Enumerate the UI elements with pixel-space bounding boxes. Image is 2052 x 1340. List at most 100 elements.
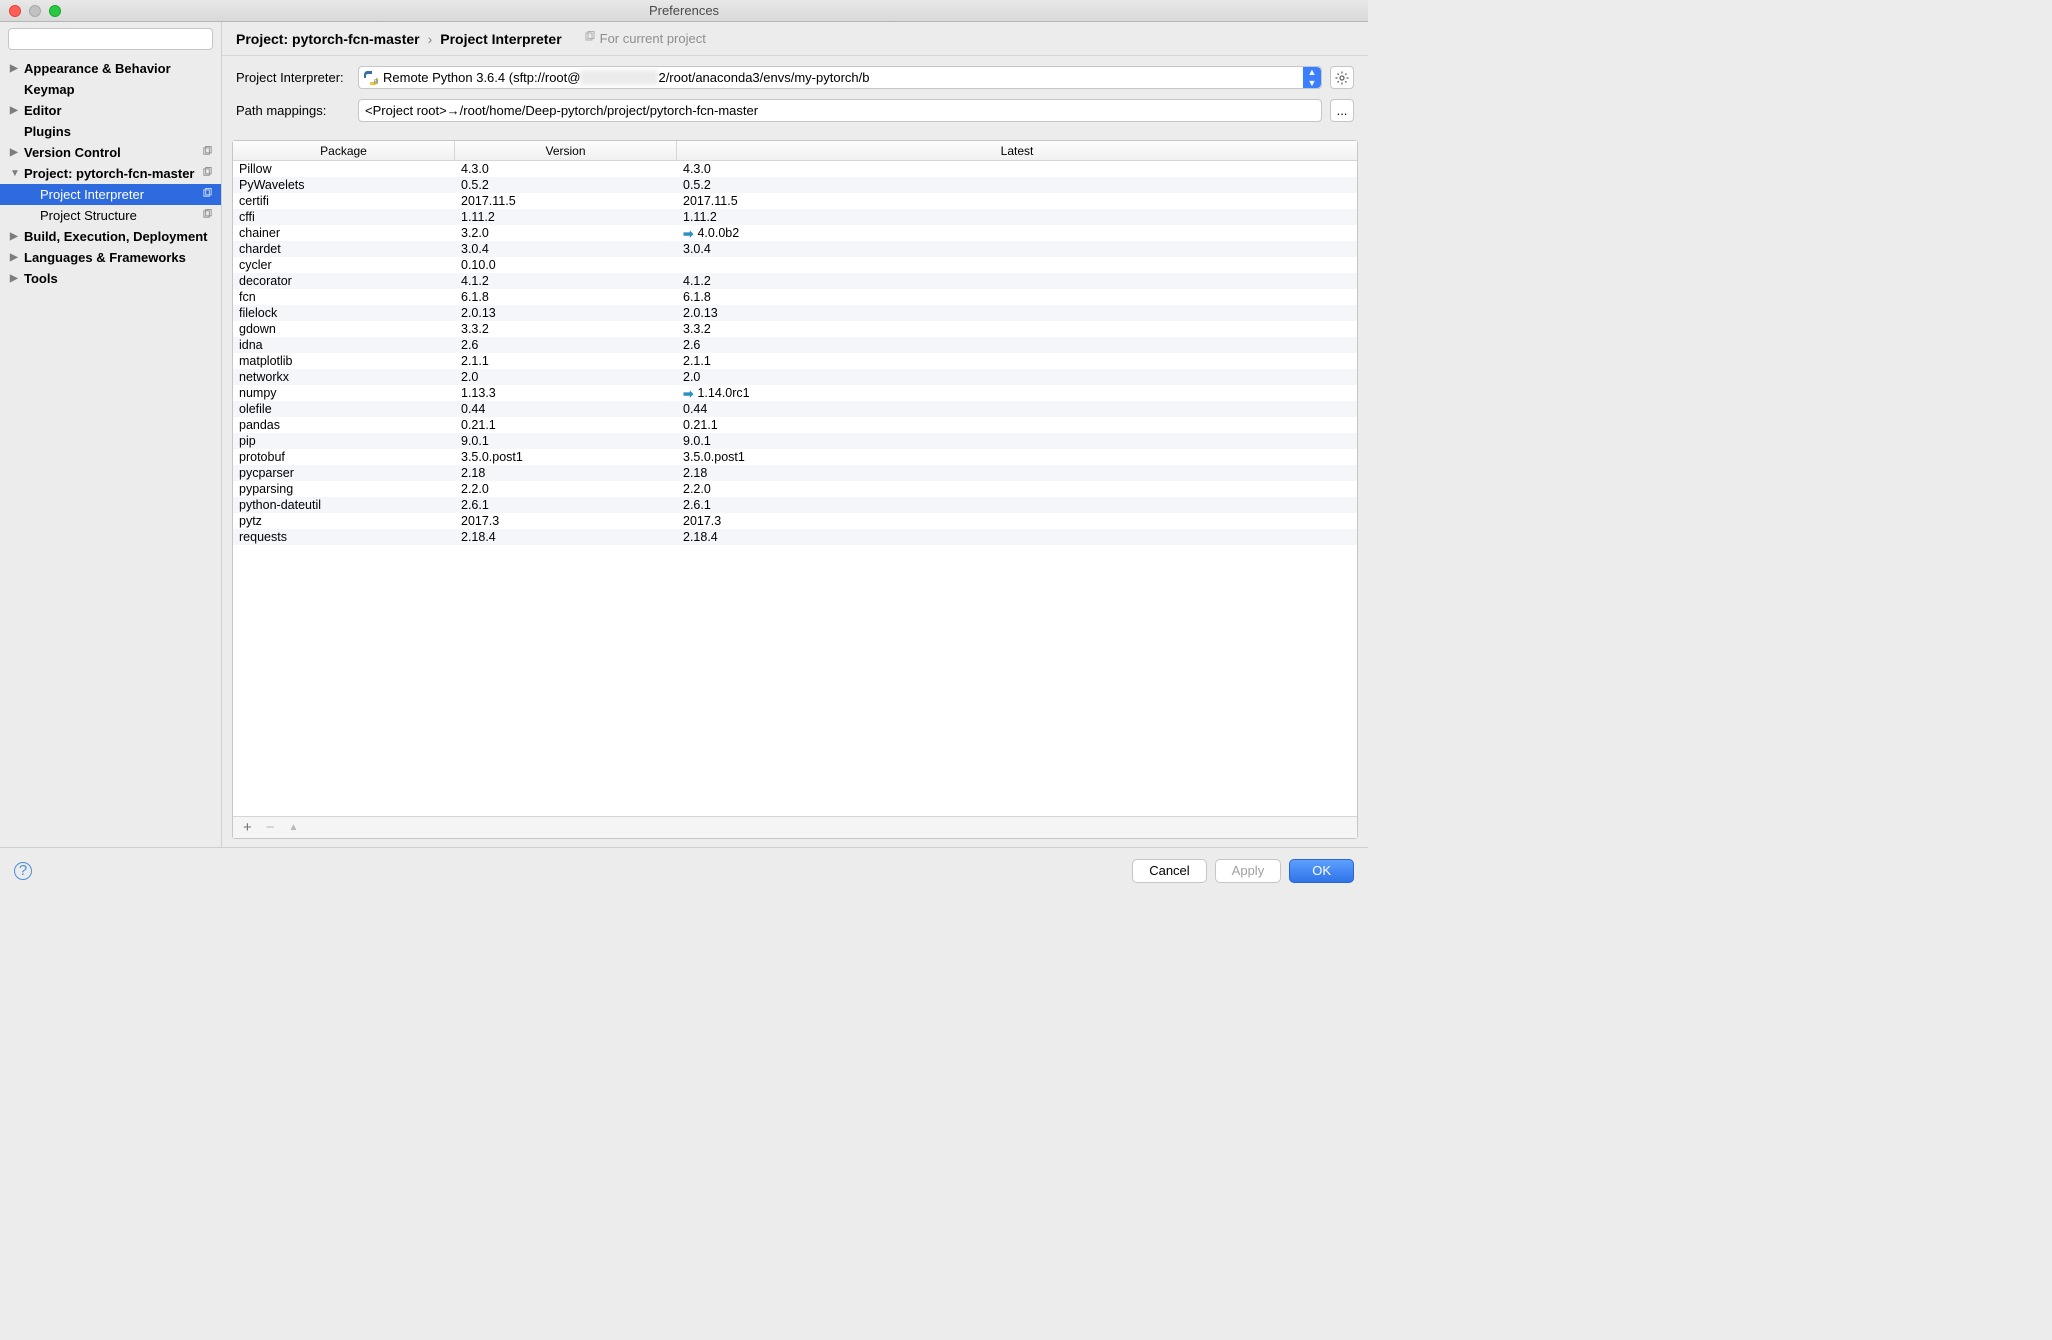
table-row[interactable]: pyparsing2.2.02.2.0 — [233, 481, 1357, 497]
cell-package: PyWavelets — [233, 178, 455, 192]
cell-package: Pillow — [233, 162, 455, 176]
table-row[interactable]: olefile0.440.44 — [233, 401, 1357, 417]
cell-latest: 2.2.0 — [677, 482, 1357, 496]
interpreter-select[interactable]: R Remote Python 3.6.4 (sftp://root@xxxxx… — [358, 66, 1322, 89]
cell-package: python-dateutil — [233, 498, 455, 512]
sidebar-item-version-control[interactable]: ▶Version Control — [0, 142, 221, 163]
table-toolbar: + − ▲ — [233, 816, 1357, 838]
table-row[interactable]: pytz2017.32017.3 — [233, 513, 1357, 529]
cell-version: 3.5.0.post1 — [455, 450, 677, 464]
sidebar-item-label: Project Structure — [40, 208, 137, 223]
cell-package: pandas — [233, 418, 455, 432]
sidebar-item-label: Languages & Frameworks — [24, 250, 186, 265]
path-mappings-label: Path mappings: — [236, 103, 350, 118]
cell-latest: 2017.11.5 — [677, 194, 1357, 208]
table-body: Pillow4.3.04.3.0PyWavelets0.5.20.5.2cert… — [233, 161, 1357, 816]
table-row[interactable]: cycler0.10.0 — [233, 257, 1357, 273]
cancel-button[interactable]: Cancel — [1132, 859, 1206, 883]
header-latest[interactable]: Latest — [677, 141, 1357, 160]
cell-package: fcn — [233, 290, 455, 304]
table-row[interactable]: Pillow4.3.04.3.0 — [233, 161, 1357, 177]
cell-latest: 2.6 — [677, 338, 1357, 352]
gear-button[interactable] — [1330, 66, 1354, 89]
table-row[interactable]: chainer3.2.0➡4.0.0b2 — [233, 225, 1357, 241]
table-row[interactable]: gdown3.3.23.3.2 — [233, 321, 1357, 337]
table-row[interactable]: certifi2017.11.52017.11.5 — [233, 193, 1357, 209]
cell-latest: 3.0.4 — [677, 242, 1357, 256]
sidebar-item-project-structure[interactable]: Project Structure — [0, 205, 221, 226]
table-row[interactable]: pycparser2.182.18 — [233, 465, 1357, 481]
cell-package: pytz — [233, 514, 455, 528]
cell-latest: 2.6.1 — [677, 498, 1357, 512]
table-row[interactable]: filelock2.0.132.0.13 — [233, 305, 1357, 321]
table-row[interactable]: networkx2.02.0 — [233, 369, 1357, 385]
sidebar-item-build-execution-deployment[interactable]: ▶Build, Execution, Deployment — [0, 226, 221, 247]
table-row[interactable]: cffi1.11.21.11.2 — [233, 209, 1357, 225]
sidebar-item-tools[interactable]: ▶Tools — [0, 268, 221, 289]
path-mappings-input[interactable] — [358, 99, 1322, 122]
cell-latest: 0.44 — [677, 402, 1357, 416]
cell-version: 0.21.1 — [455, 418, 677, 432]
cell-version: 0.10.0 — [455, 258, 677, 272]
header-version[interactable]: Version — [455, 141, 677, 160]
cell-version: 2017.11.5 — [455, 194, 677, 208]
sidebar-item-editor[interactable]: ▶Editor — [0, 100, 221, 121]
sidebar-item-label: Version Control — [24, 145, 121, 160]
table-row[interactable]: pip9.0.19.0.1 — [233, 433, 1357, 449]
cell-latest: 2.0.13 — [677, 306, 1357, 320]
table-row[interactable]: python-dateutil2.6.12.6.1 — [233, 497, 1357, 513]
help-button[interactable]: ? — [14, 862, 32, 880]
disclosure-arrow-icon: ▶ — [10, 231, 22, 242]
table-row[interactable]: chardet3.0.43.0.4 — [233, 241, 1357, 257]
sidebar-item-label: Tools — [24, 271, 58, 286]
cell-package: chainer — [233, 226, 455, 240]
sidebar-item-project-interpreter[interactable]: Project Interpreter — [0, 184, 221, 205]
sidebar-item-project-pytorch-fcn-master[interactable]: ▼Project: pytorch-fcn-master — [0, 163, 221, 184]
add-package-button[interactable]: + — [243, 819, 252, 836]
search-input[interactable] — [8, 28, 213, 50]
cell-package: pyparsing — [233, 482, 455, 496]
disclosure-arrow-icon: ▼ — [10, 168, 22, 179]
table-row[interactable]: PyWavelets0.5.20.5.2 — [233, 177, 1357, 193]
cell-version: 2.1.1 — [455, 354, 677, 368]
cell-version: 2.18 — [455, 466, 677, 480]
cell-version: 0.44 — [455, 402, 677, 416]
sidebar-item-label: Editor — [24, 103, 62, 118]
remove-package-button[interactable]: − — [266, 819, 275, 836]
cell-latest: 6.1.8 — [677, 290, 1357, 304]
cell-package: protobuf — [233, 450, 455, 464]
sidebar-item-plugins[interactable]: Plugins — [0, 121, 221, 142]
table-row[interactable]: decorator4.1.24.1.2 — [233, 273, 1357, 289]
sidebar-item-languages-frameworks[interactable]: ▶Languages & Frameworks — [0, 247, 221, 268]
cell-package: pip — [233, 434, 455, 448]
cell-version: 6.1.8 — [455, 290, 677, 304]
path-mappings-browse-button[interactable]: ... — [1330, 99, 1354, 122]
table-row[interactable]: matplotlib2.1.12.1.1 — [233, 353, 1357, 369]
sidebar-item-appearance-behavior[interactable]: ▶Appearance & Behavior — [0, 58, 221, 79]
table-row[interactable]: protobuf3.5.0.post13.5.0.post1 — [233, 449, 1357, 465]
packages-table: Package Version Latest Pillow4.3.04.3.0P… — [232, 140, 1358, 839]
table-row[interactable]: pandas0.21.10.21.1 — [233, 417, 1357, 433]
header-package[interactable]: Package — [233, 141, 455, 160]
table-row[interactable]: requests2.18.42.18.4 — [233, 529, 1357, 545]
table-row[interactable]: numpy1.13.3➡1.14.0rc1 — [233, 385, 1357, 401]
cell-latest: 2.1.1 — [677, 354, 1357, 368]
table-header: Package Version Latest — [233, 141, 1357, 161]
sidebar-item-keymap[interactable]: Keymap — [0, 79, 221, 100]
cell-latest: 4.3.0 — [677, 162, 1357, 176]
cell-package: gdown — [233, 322, 455, 336]
cell-version: 2.6.1 — [455, 498, 677, 512]
dropdown-arrows-icon: ▲▼ — [1303, 67, 1321, 88]
svg-text:R: R — [374, 80, 379, 86]
sidebar: ▶Appearance & BehaviorKeymap▶EditorPlugi… — [0, 22, 222, 847]
update-available-icon: ➡ — [683, 226, 693, 241]
breadcrumb: Project: pytorch-fcn-master › Project In… — [222, 22, 1368, 56]
cell-version: 1.13.3 — [455, 386, 677, 400]
table-row[interactable]: fcn6.1.86.1.8 — [233, 289, 1357, 305]
table-row[interactable]: idna2.62.6 — [233, 337, 1357, 353]
cell-package: decorator — [233, 274, 455, 288]
cell-latest: 2.0 — [677, 370, 1357, 384]
cell-latest: 0.21.1 — [677, 418, 1357, 432]
upgrade-package-button[interactable]: ▲ — [289, 822, 299, 833]
ok-button[interactable]: OK — [1289, 859, 1354, 883]
